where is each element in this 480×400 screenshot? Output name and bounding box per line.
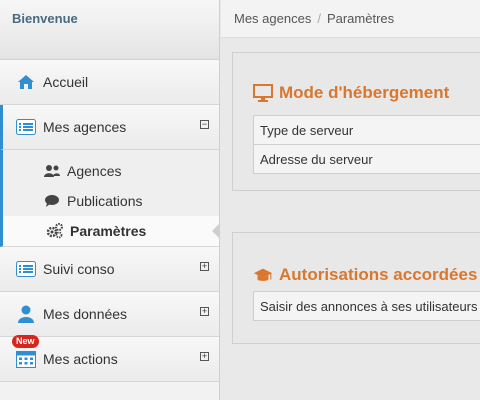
comment-icon bbox=[43, 193, 61, 209]
permissions-table: Saisir des annonces à ses utilisateurs bbox=[253, 291, 480, 321]
breadcrumb-link-mes-agences[interactable]: Mes agences bbox=[234, 11, 311, 26]
sub-item-label: Publications bbox=[67, 193, 143, 209]
nav-item-mes-actions[interactable]: New Mes actions + bbox=[0, 335, 219, 382]
nav-item-label: Mes données bbox=[43, 306, 128, 322]
nav-item-label: Mes actions bbox=[43, 351, 118, 367]
expand-toggle[interactable]: + bbox=[200, 352, 209, 361]
welcome-header: Bienvenue bbox=[0, 0, 219, 60]
sub-item-publications[interactable]: Publications bbox=[3, 186, 219, 216]
breadcrumb: Mes agences / Paramètres bbox=[221, 0, 480, 38]
hosting-table: Type de serveur Adresse du serveur bbox=[253, 115, 480, 174]
monitor-icon bbox=[253, 84, 273, 102]
users-icon bbox=[43, 163, 61, 179]
table-cell: Type de serveur bbox=[253, 115, 480, 145]
permissions-panel-title: Autorisations accordées bbox=[233, 263, 480, 287]
nav-item-accueil[interactable]: Accueil bbox=[0, 60, 219, 105]
table-row: Type de serveur bbox=[253, 115, 480, 145]
breadcrumb-separator: / bbox=[317, 11, 321, 26]
expand-toggle[interactable]: + bbox=[200, 262, 209, 271]
table-row: Adresse du serveur bbox=[253, 144, 480, 174]
sub-item-label: Paramètres bbox=[70, 223, 147, 239]
breadcrumb-current: Paramètres bbox=[326, 11, 395, 26]
graduation-cap-icon bbox=[253, 266, 273, 284]
panel-title-text: Autorisations accordées bbox=[279, 265, 478, 284]
user-icon bbox=[16, 304, 36, 324]
nav-item-label: Suivi conso bbox=[43, 261, 115, 277]
nav-item-mes-agences[interactable]: Mes agences − bbox=[0, 105, 219, 150]
permissions-panel: Autorisations accordées Saisir des annon… bbox=[232, 232, 480, 344]
calendar-icon: New bbox=[12, 335, 39, 369]
panel-title-text: Mode d'hébergement bbox=[279, 83, 450, 102]
sub-menu-mes-agences: Agences Publications Paramètres bbox=[0, 150, 219, 247]
list-icon bbox=[16, 117, 36, 137]
sub-item-agences[interactable]: Agences bbox=[3, 156, 219, 186]
nav-item-label: Accueil bbox=[43, 74, 89, 90]
nav-item-mes-donnees[interactable]: Mes données + bbox=[0, 292, 219, 337]
table-cell: Saisir des annonces à ses utilisateurs bbox=[253, 291, 480, 321]
table-cell: Adresse du serveur bbox=[253, 144, 480, 174]
gears-icon bbox=[46, 223, 64, 239]
collapse-toggle[interactable]: − bbox=[200, 120, 209, 129]
main-content: Mes agences / Paramètres Mode d'hébergemen… bbox=[221, 0, 480, 400]
list-icon bbox=[16, 259, 36, 279]
nav-item-suivi-conso[interactable]: Suivi conso + bbox=[0, 247, 219, 292]
expand-toggle[interactable]: + bbox=[200, 307, 209, 316]
hosting-panel-title: Mode d'hébergement bbox=[233, 81, 480, 105]
sub-item-label: Agences bbox=[67, 163, 122, 179]
hosting-panel: Mode d'hébergement Type de serveur Adres… bbox=[232, 52, 480, 191]
sub-item-parametres[interactable]: Paramètres bbox=[0, 216, 219, 246]
sidebar: Bienvenue Accueil Mes agences − Agences … bbox=[0, 0, 220, 400]
nav-item-label: Mes agences bbox=[43, 119, 127, 135]
new-badge: New bbox=[12, 335, 39, 348]
home-icon bbox=[16, 72, 36, 92]
table-row: Saisir des annonces à ses utilisateurs bbox=[253, 291, 480, 321]
